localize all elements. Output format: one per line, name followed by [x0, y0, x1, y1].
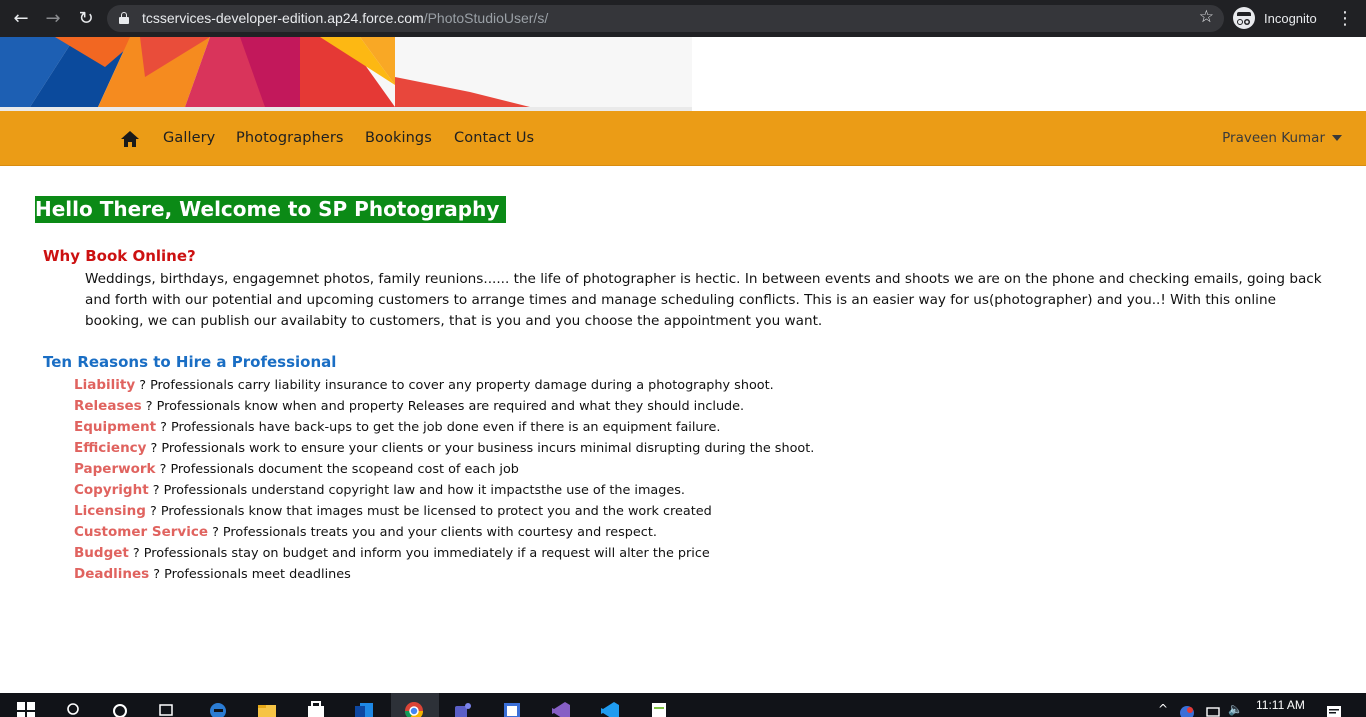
why-book-text: Weddings, birthdays, engagemnet photos, …: [85, 271, 1322, 329]
clock-time[interactable]: 11:11 AM: [1256, 698, 1305, 712]
url-text[interactable]: tcsservices-developer-edition.ap24.force…: [142, 10, 548, 26]
banner-graphic: [0, 37, 692, 111]
list-item: Equipment ? Professionals have back-ups …: [74, 417, 814, 438]
reason-title: Efficiency: [74, 440, 147, 456]
list-item: Deadlines ? Professionals meet deadlines: [74, 564, 814, 585]
nav-link-gallery[interactable]: Gallery: [163, 130, 215, 146]
reason-title: Customer Service: [74, 524, 208, 540]
reasons-list: Liability ? Professionals carry liabilit…: [74, 375, 814, 585]
incognito-indicator[interactable]: Incognito: [1233, 5, 1317, 31]
back-arrow-icon[interactable]: ←: [8, 6, 34, 32]
main-nav-bar: Gallery Photographers Bookings Contact U…: [0, 111, 1366, 166]
vscode-icon[interactable]: [600, 701, 620, 717]
reason-text: ? Professionals know when and property R…: [141, 399, 745, 414]
list-item: Customer Service ? Professionals treats …: [74, 522, 814, 543]
reason-text: ? Professionals understand copyright law…: [148, 483, 685, 498]
reason-text: ? Professionals know that images must be…: [145, 504, 712, 519]
visual-studio-icon[interactable]: [551, 701, 571, 717]
list-item: Paperwork ? Professionals document the s…: [74, 459, 814, 480]
address-bar[interactable]: tcsservices-developer-edition.ap24.force…: [107, 5, 1224, 32]
teams-icon[interactable]: [453, 701, 473, 717]
reason-title: Budget: [74, 545, 129, 561]
edge-icon[interactable]: [208, 701, 228, 717]
incognito-label: Incognito: [1264, 10, 1317, 26]
chrome-icon[interactable]: [404, 701, 424, 717]
reason-title: Liability: [74, 377, 136, 393]
reason-text: ? Professionals work to ensure your clie…: [146, 441, 815, 456]
reason-text: ? Professionals meet deadlines: [149, 567, 351, 582]
list-item: Budget ? Professionals stay on budget an…: [74, 543, 814, 564]
reason-text: ? Professionals carry liability insuranc…: [135, 378, 774, 393]
lock-icon: [119, 12, 129, 24]
ten-reasons-heading: Ten Reasons to Hire a Professional: [43, 353, 337, 371]
reload-icon[interactable]: ↻: [73, 6, 99, 32]
reason-title: Releases: [74, 398, 142, 414]
home-icon[interactable]: [121, 131, 139, 147]
list-item: Liability ? Professionals carry liabilit…: [74, 375, 814, 396]
forward-arrow-icon[interactable]: →: [40, 6, 66, 32]
list-item: Copyright ? Professionals understand cop…: [74, 480, 814, 501]
reason-text: ? Professionals stay on budget and infor…: [128, 546, 710, 561]
browser-menu-icon[interactable]: ⋮: [1336, 6, 1354, 32]
list-item: Releases ? Professionals know when and p…: [74, 396, 814, 417]
reason-text: ? Professionals treats you and your clie…: [208, 525, 657, 540]
reason-text: ? Professionals document the scopeand co…: [155, 462, 519, 477]
why-book-heading: Why Book Online?: [43, 247, 196, 265]
file-explorer-icon[interactable]: [257, 701, 277, 717]
windows-start-icon[interactable]: [16, 701, 36, 717]
reason-title: Paperwork: [74, 461, 156, 477]
network-icon[interactable]: [1205, 705, 1221, 717]
user-name: Praveen Kumar: [1222, 130, 1325, 146]
app-icon[interactable]: [502, 701, 522, 717]
url-path: /PhotoStudioUser/s/: [423, 10, 549, 26]
chevron-down-icon: [1332, 135, 1342, 141]
notepad-icon[interactable]: [649, 701, 669, 717]
browser-toolbar: ← → ↻ tcsservices-developer-edition.ap24…: [0, 0, 1366, 37]
url-host: tcsservices-developer-edition.ap24.force…: [142, 10, 424, 26]
reason-title: Equipment: [74, 419, 157, 435]
store-icon[interactable]: [306, 701, 326, 717]
welcome-banner: Hello There, Welcome to SP Photography: [35, 196, 506, 223]
volume-icon[interactable]: 🔈: [1228, 703, 1243, 715]
list-item: Efficiency ? Professionals work to ensur…: [74, 438, 814, 459]
bookmark-star-icon[interactable]: ☆: [1199, 7, 1214, 27]
reason-title: Copyright: [74, 482, 149, 498]
outlook-icon[interactable]: [354, 701, 374, 717]
tray-chevron-icon[interactable]: ^: [1158, 703, 1168, 715]
reason-text: ? Professionals have back-ups to get the…: [156, 420, 721, 435]
reason-title: Licensing: [74, 503, 146, 519]
nav-link-photographers[interactable]: Photographers: [236, 130, 344, 146]
user-menu[interactable]: Praveen Kumar: [1222, 130, 1342, 146]
incognito-icon: [1233, 7, 1255, 29]
nav-link-bookings[interactable]: Bookings: [365, 130, 432, 146]
site-banner: [0, 37, 1366, 111]
task-view-icon[interactable]: [158, 701, 178, 717]
cortana-icon[interactable]: [110, 701, 130, 717]
reason-title: Deadlines: [74, 566, 150, 582]
notifications-icon[interactable]: [1326, 705, 1342, 717]
banner-shapes: [0, 37, 692, 111]
list-item: Licensing ? Professionals know that imag…: [74, 501, 814, 522]
windows-taskbar: ^ 🔈 11:11 AM: [0, 693, 1366, 717]
security-tray-icon[interactable]: [1179, 705, 1195, 717]
nav-link-contact-us[interactable]: Contact Us: [454, 130, 534, 146]
search-icon[interactable]: [64, 701, 84, 717]
